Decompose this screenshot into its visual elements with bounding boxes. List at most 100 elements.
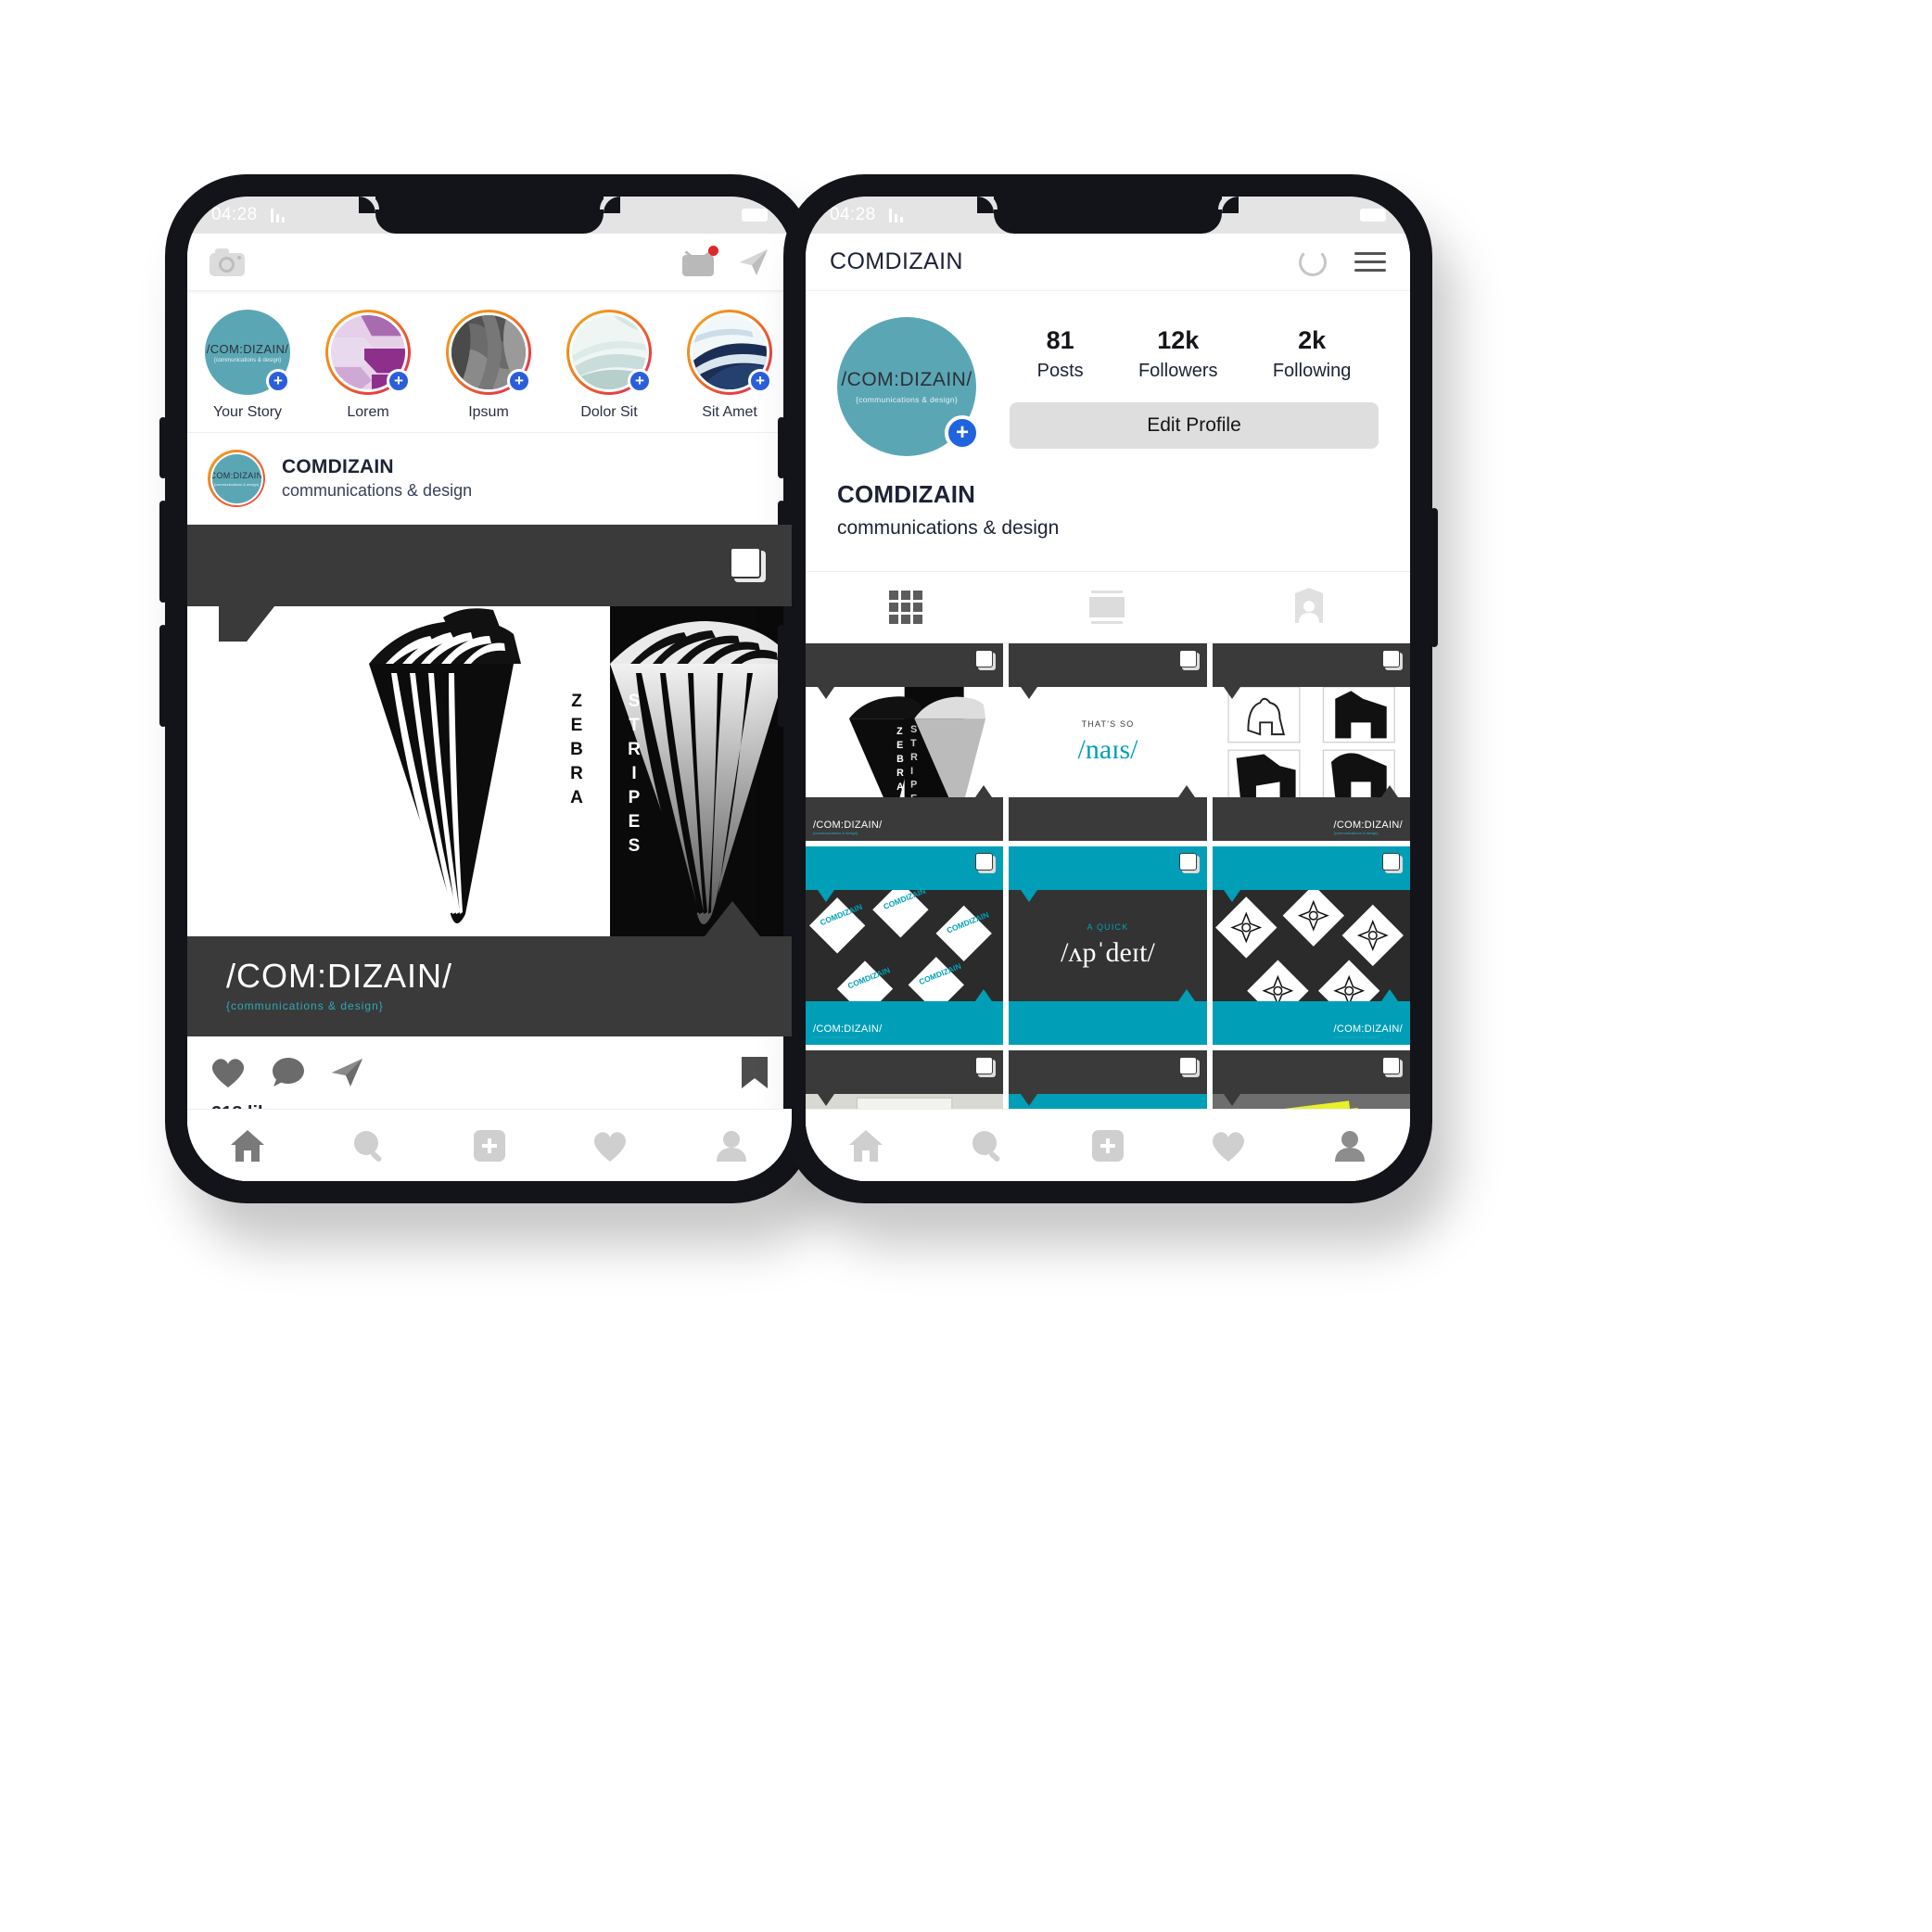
cell-logo-text: /COM:DIZAIN/ xyxy=(1333,1023,1403,1035)
profile-tab-strip[interactable] xyxy=(806,571,1410,643)
grid-cell[interactable]: /COM:DIZAIN/{communications & design} xyxy=(1212,643,1410,842)
cell-kicker: A QUICK xyxy=(1087,922,1129,932)
grid-cell[interactable]: /COM:DIZAIN/{communications & design} xyxy=(1212,846,1410,1045)
cell-logo-sub: {communications & design} xyxy=(813,1034,858,1039)
profile-stats: 81 Posts 12k Followers 2k Following xyxy=(1010,317,1379,382)
profile-app: COMDIZAIN /COM:DIZAIN/ {communications & xyxy=(806,234,1410,1181)
post-media[interactable]: ZEB RA S T R I P E S /COM:DIZAIN/ {commu… xyxy=(187,525,792,1036)
add-story-badge[interactable]: + xyxy=(507,369,531,393)
page-title: COMDIZAIN xyxy=(830,248,963,274)
paper-plane-icon[interactable] xyxy=(330,1057,365,1088)
grid-cell[interactable]: A QUICK /ʌpˈdeɪt/ xyxy=(1009,846,1207,1045)
add-story-badge[interactable]: + xyxy=(266,369,290,393)
volume-down-button[interactable] xyxy=(159,625,167,727)
carousel-icon xyxy=(1380,853,1403,875)
profile-bio: communications & design xyxy=(837,517,1060,539)
story-item[interactable]: /COM:DIZAIN/{communications & design} + … xyxy=(187,310,308,421)
brand-logo-text: /COM:DIZAIN/ xyxy=(226,957,452,995)
volume-down-button[interactable] xyxy=(778,625,785,727)
story-label: Lorem xyxy=(347,404,389,420)
edit-profile-button[interactable]: Edit Profile xyxy=(1010,402,1379,449)
brand-logo: /COM:DIZAIN/ {communications & design} xyxy=(226,957,452,1012)
silent-switch[interactable] xyxy=(159,417,167,478)
svg-text:R: R xyxy=(896,768,904,779)
add-story-badge[interactable]: + xyxy=(748,369,772,393)
add-story-badge[interactable]: + xyxy=(945,415,980,451)
bottom-tab-bar[interactable] xyxy=(806,1109,1410,1181)
device-notch xyxy=(359,197,620,234)
heart-icon[interactable] xyxy=(1204,1124,1252,1168)
story-label: Your Story xyxy=(212,404,283,420)
person-icon[interactable] xyxy=(707,1124,756,1168)
power-button[interactable] xyxy=(1430,508,1438,647)
post-header[interactable]: /COM:DIZAIN/{communications & design} CO… xyxy=(187,433,792,525)
carousel-icon xyxy=(1177,1056,1200,1079)
silent-switch[interactable] xyxy=(778,417,785,478)
add-story-badge[interactable]: + xyxy=(628,369,652,393)
bottom-tab-bar[interactable] xyxy=(187,1109,792,1181)
cell-kicker: THAT'S SO xyxy=(1081,718,1135,729)
post-actions xyxy=(187,1036,792,1098)
stat-value: 81 xyxy=(1046,326,1074,354)
story-item[interactable]: + Ipsum xyxy=(428,310,549,421)
stat-following[interactable]: 2k Following xyxy=(1273,326,1351,382)
svg-text:P: P xyxy=(910,780,917,791)
plus-square-icon[interactable] xyxy=(1084,1124,1132,1168)
search-icon[interactable] xyxy=(963,1124,1011,1168)
signal-bars-icon xyxy=(888,208,904,222)
post-frame-top-band xyxy=(187,525,792,606)
refresh-icon[interactable] xyxy=(1299,248,1327,276)
person-icon[interactable] xyxy=(1326,1124,1374,1168)
home-icon[interactable] xyxy=(223,1124,272,1168)
device-notch xyxy=(977,197,1239,234)
story-item[interactable]: + Lorem xyxy=(308,310,428,421)
bookmark-icon[interactable] xyxy=(740,1055,769,1090)
stat-posts[interactable]: 81 Posts xyxy=(1037,326,1084,382)
story-item[interactable]: + Dolor Sit xyxy=(549,310,669,421)
post-grid[interactable]: ZEBRA STRIPE /COM:DIZAIN/{communications… xyxy=(806,643,1410,1181)
grid-cell[interactable]: ZEBRA STRIPE /COM:DIZAIN/{communications… xyxy=(806,643,1004,842)
grid-cell[interactable]: COMDIZAIN COMDIZAIN COMDIZAIN COMDIZAIN … xyxy=(806,846,1004,1045)
cell-logo-sub: {communications & design} xyxy=(1333,1034,1379,1039)
phone-device-feed: 04:28 /COM:DIZAIN/ {communications & des… xyxy=(159,174,820,1203)
comment-icon[interactable] xyxy=(271,1056,306,1089)
stat-label: Following xyxy=(1272,361,1352,381)
grid-cell[interactable]: THAT'S SO /naɪs/ xyxy=(1009,643,1207,842)
stories-tray[interactable]: /COM:DIZAIN/{communications & design} + … xyxy=(187,291,792,433)
notification-dot xyxy=(708,245,718,256)
svg-text:R: R xyxy=(570,764,583,783)
frame-notch-down xyxy=(219,606,274,642)
paper-plane-icon[interactable] xyxy=(738,248,769,277)
heart-icon[interactable] xyxy=(210,1056,247,1089)
story-item[interactable]: + Sit Amet xyxy=(669,310,790,421)
heart-icon[interactable] xyxy=(586,1124,634,1168)
grid-icon[interactable] xyxy=(887,589,924,626)
list-view-icon[interactable] xyxy=(1087,588,1126,627)
volume-up-button[interactable] xyxy=(159,501,167,603)
stat-label: Followers xyxy=(1138,361,1218,381)
search-icon[interactable] xyxy=(345,1124,393,1168)
frame-notch-up xyxy=(705,901,760,936)
tagged-person-icon[interactable] xyxy=(1290,588,1328,627)
svg-text:B: B xyxy=(570,740,583,759)
camera-icon[interactable] xyxy=(210,248,245,276)
profile-header: COMDIZAIN xyxy=(806,234,1410,291)
battery-icon xyxy=(742,209,768,222)
svg-text:S: S xyxy=(910,724,917,735)
igtv-icon[interactable] xyxy=(682,245,718,276)
story-label: Ipsum xyxy=(468,404,509,420)
story-label: Dolor Sit xyxy=(580,404,638,420)
hamburger-menu-icon[interactable] xyxy=(1354,252,1386,272)
svg-text:B: B xyxy=(896,754,904,765)
cell-logo-text: /COM:DIZAIN/ xyxy=(813,1023,883,1035)
stat-followers[interactable]: 12k Followers xyxy=(1138,326,1218,382)
plus-square-icon[interactable] xyxy=(465,1124,514,1168)
svg-text:E: E xyxy=(896,740,903,751)
cell-brand-logo: /COM:DIZAIN/{communications & design} xyxy=(1333,1023,1403,1039)
add-story-badge[interactable]: + xyxy=(387,369,411,393)
home-icon[interactable] xyxy=(842,1124,890,1168)
cell-brand-logo: /COM:DIZAIN/{communications & design} xyxy=(813,1023,883,1039)
stat-label: Posts xyxy=(1036,361,1084,381)
svg-text:A: A xyxy=(896,782,904,793)
svg-text:E: E xyxy=(571,716,583,735)
